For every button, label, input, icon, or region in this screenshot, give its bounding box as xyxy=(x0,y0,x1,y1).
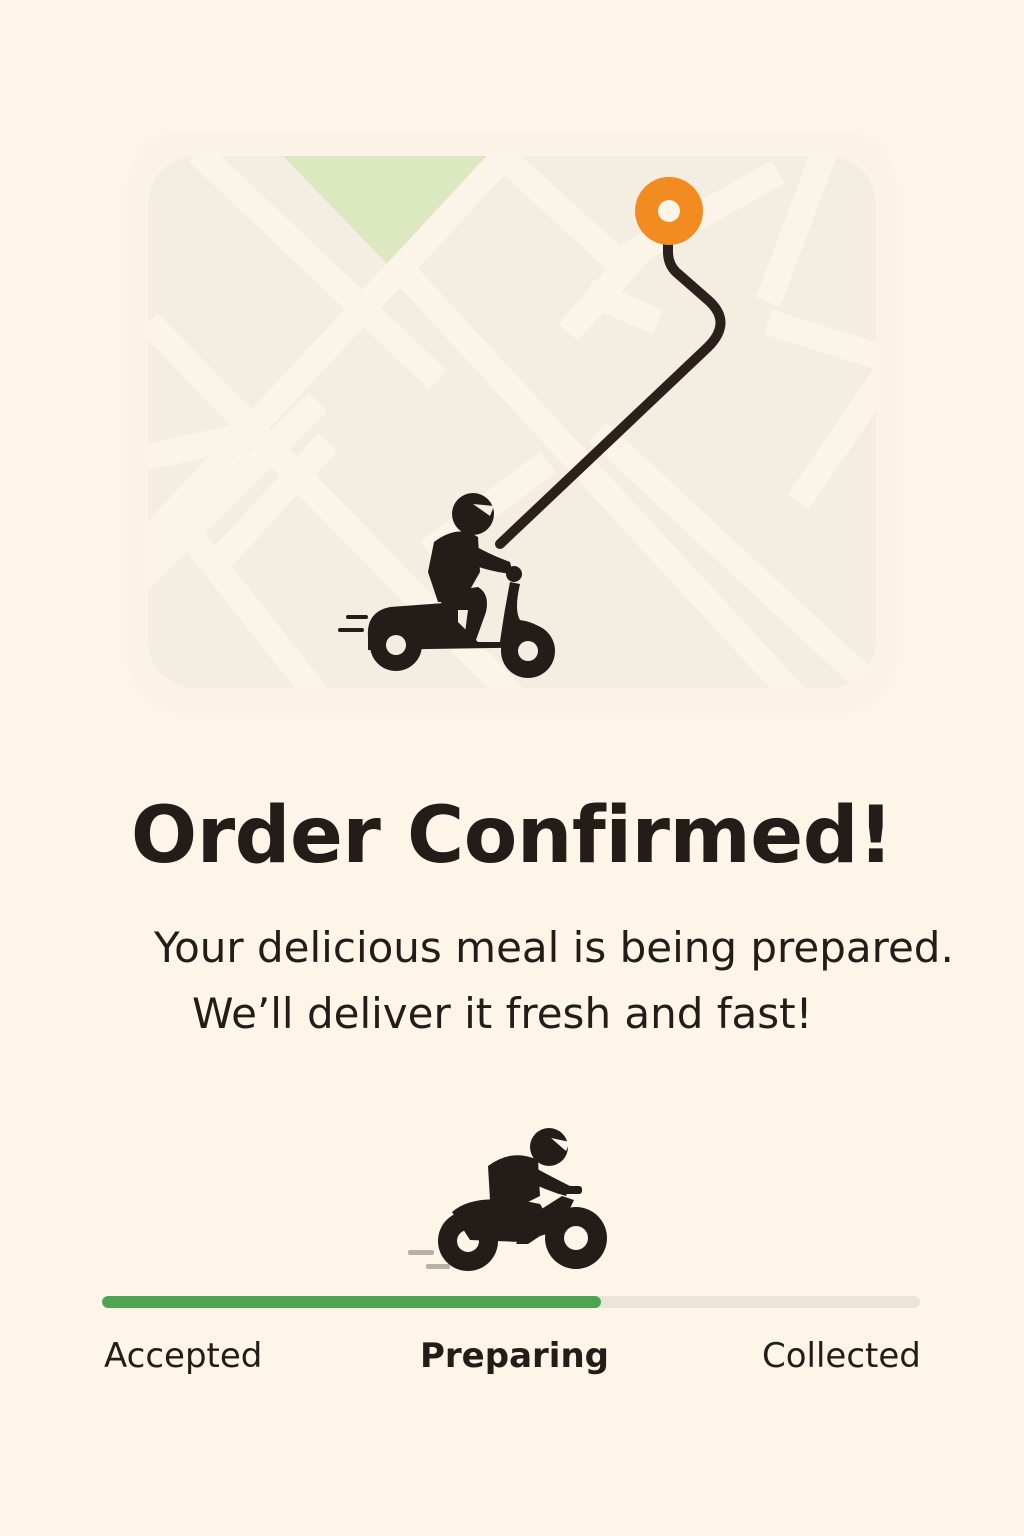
order-progress-bar xyxy=(102,1296,920,1308)
confirmation-message-line1: Your delicious meal is being prepared. xyxy=(154,923,954,972)
confirmation-message-line2: We’ll deliver it fresh and fast! xyxy=(192,989,813,1039)
page-title: Order Confirmed! xyxy=(130,791,894,881)
step-accepted: Accepted xyxy=(104,1336,263,1376)
location-pin-icon xyxy=(635,177,703,245)
step-preparing: Preparing xyxy=(420,1336,609,1376)
confirmation-message: Your delicious meal is being prepared. W… xyxy=(0,915,1024,1048)
order-progress-fill xyxy=(102,1296,601,1308)
order-confirmation-screen: Order Confirmed! Your delicious meal is … xyxy=(0,0,1024,1536)
delivery-map xyxy=(128,132,896,712)
map-canvas xyxy=(148,156,876,688)
step-collected: Collected xyxy=(762,1336,921,1376)
